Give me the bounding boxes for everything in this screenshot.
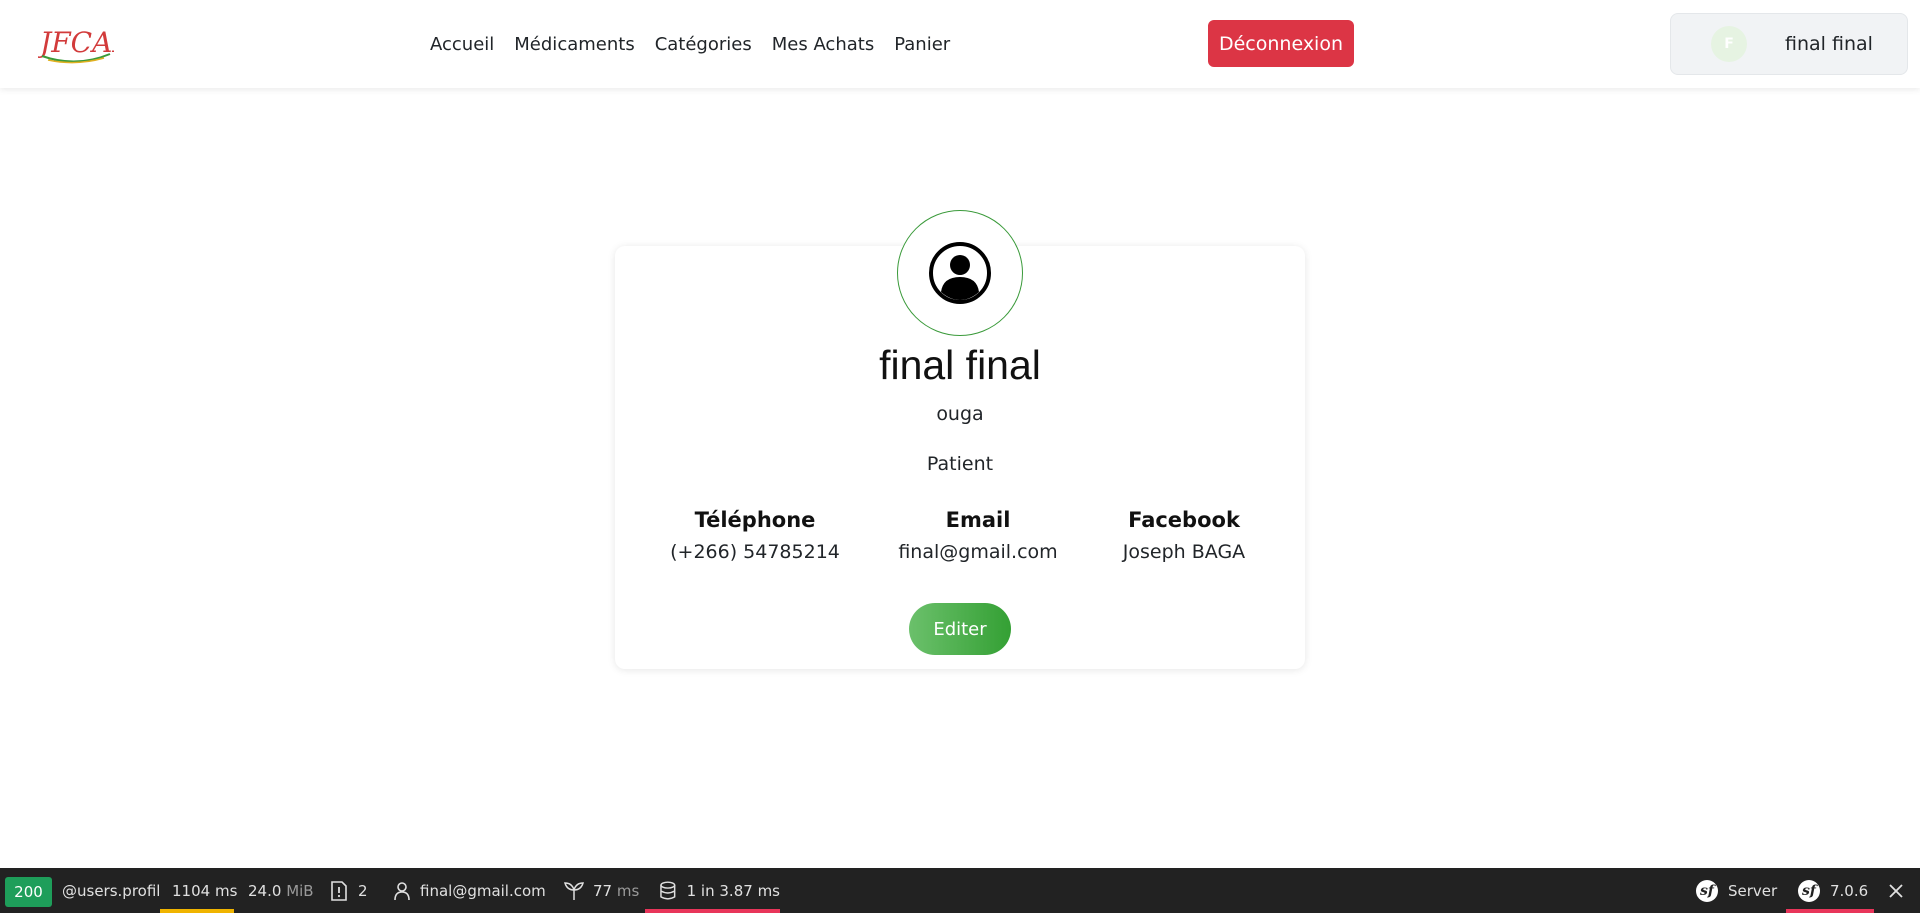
facebook-info: Facebook Joseph BAGA (1064, 508, 1304, 563)
toolbar-close-button[interactable] (1888, 868, 1904, 913)
twig-value: 77 (593, 881, 613, 900)
security-panel[interactable]: final@gmail.com (394, 868, 546, 913)
server-label: Server (1728, 881, 1778, 900)
db-indicator (645, 909, 780, 913)
route-text: @users.profil (62, 881, 161, 900)
status-badge[interactable]: 200 (5, 877, 52, 907)
toolbar-user-email: final@gmail.com (420, 881, 546, 900)
user-circle-icon (929, 242, 991, 304)
profile-name: final final (879, 342, 1041, 388)
symfony-version-panel[interactable]: sf 7.0.6 (1786, 868, 1874, 913)
close-icon (1889, 883, 1903, 898)
time-indicator (160, 909, 234, 913)
version-indicator (1786, 909, 1874, 913)
time-value: 1104 (172, 881, 211, 900)
nav-link-accueil[interactable]: Accueil (420, 34, 504, 55)
user-name: final final (1785, 33, 1873, 55)
email-value: final@gmail.com (898, 541, 1058, 563)
svg-text:JFCAD: JFCAD (38, 26, 114, 59)
email-label: Email (945, 508, 1011, 532)
server-panel[interactable]: sf Server (1696, 868, 1777, 913)
logout-button[interactable]: Déconnexion (1208, 20, 1354, 67)
avatar: F (1711, 26, 1747, 62)
navbar: JFCAD Accueil Médicaments Catégories Mes… (0, 0, 1920, 88)
main-nav: Accueil Médicaments Catégories Mes Achat… (420, 0, 960, 88)
logs-panel[interactable]: 2 (330, 868, 368, 913)
profile-city: ouga (936, 403, 984, 425)
memory-unit: MiB (286, 881, 314, 900)
log-icon (331, 880, 347, 901)
facebook-value: Joseph BAGA (1122, 541, 1246, 563)
phone-info: Téléphone (+266) 54785214 (635, 508, 875, 563)
db-value: 1 in 3.87 (686, 881, 753, 900)
twig-unit: ms (616, 881, 640, 900)
user-icon (394, 881, 410, 900)
logo[interactable]: JFCAD (38, 20, 114, 66)
profile-role: Patient (926, 453, 994, 475)
nav-link-panier[interactable]: Panier (884, 34, 960, 55)
route-name[interactable]: @users.profil (62, 868, 160, 913)
symfony-logo-icon: sf (1798, 879, 1820, 902)
nav-link-medicaments[interactable]: Médicaments (504, 34, 644, 55)
nav-link-mes-achats[interactable]: Mes Achats (762, 34, 884, 55)
edit-profile-button[interactable]: Editer (909, 603, 1011, 655)
memory-panel[interactable]: 24.0 MiB (248, 868, 314, 913)
database-panel[interactable]: 1 in 3.87 ms (645, 868, 780, 913)
twig-panel[interactable]: 77 ms (563, 868, 639, 913)
facebook-label: Facebook (1128, 508, 1240, 532)
twig-leaf-icon (564, 881, 584, 900)
database-icon (660, 880, 676, 900)
phone-label: Téléphone (694, 508, 816, 532)
time-panel[interactable]: 1104 ms (160, 868, 249, 913)
nav-link-categories[interactable]: Catégories (645, 34, 762, 55)
symfony-icon: sf (1696, 879, 1718, 902)
symfony-version: 7.0.6 (1830, 881, 1869, 900)
email-info: Email final@gmail.com (858, 508, 1098, 563)
db-unit: ms (757, 881, 780, 900)
logs-count: 2 (358, 881, 368, 900)
debug-toolbar: 200 @users.profil 1104 ms 24.0 MiB 2 fin… (0, 868, 1920, 913)
profile-avatar (897, 210, 1023, 336)
time-unit: ms (214, 881, 238, 900)
phone-value: (+266) 54785214 (670, 541, 840, 563)
user-menu[interactable]: F final final (1670, 13, 1908, 75)
memory-value: 24.0 (248, 881, 282, 900)
